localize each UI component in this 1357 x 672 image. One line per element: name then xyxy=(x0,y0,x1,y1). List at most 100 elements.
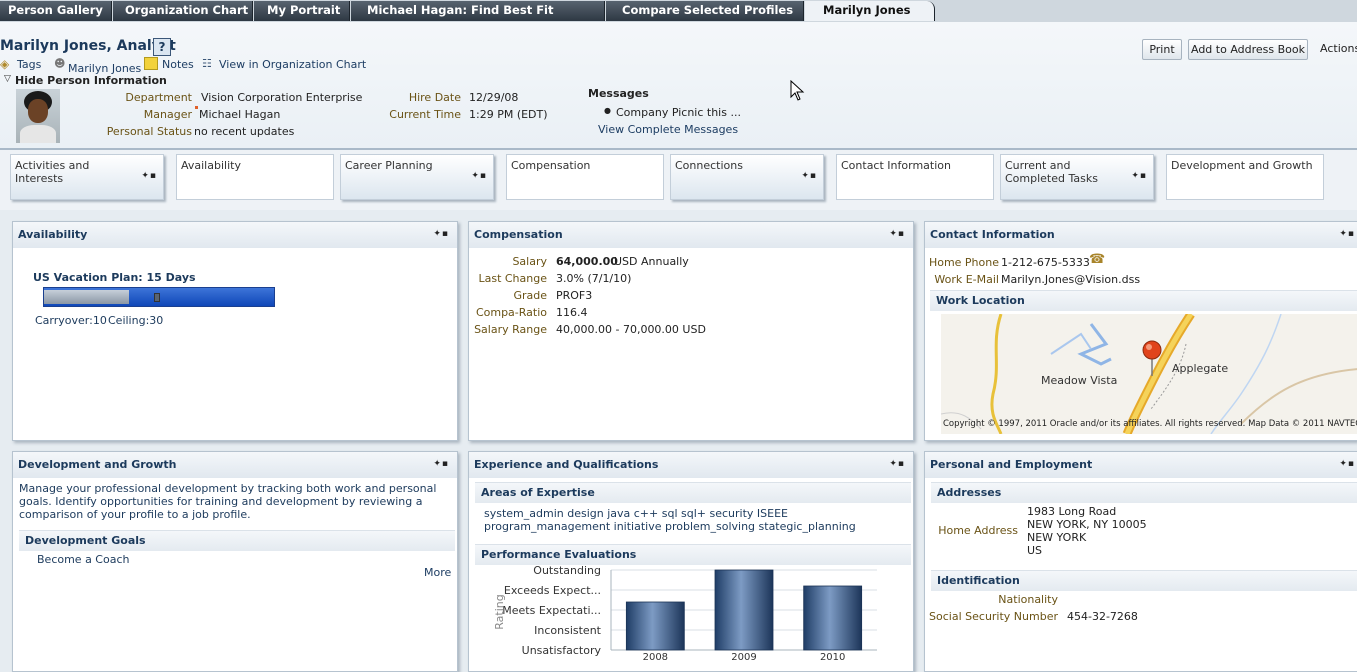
ceiling-value: Ceiling:30 xyxy=(108,314,164,327)
department-label: Department xyxy=(125,91,192,104)
vacation-plan-label: US Vacation Plan: 15 Days xyxy=(33,271,196,284)
performance-chart: Outstanding Exceeds Expect... Meets Expect… xyxy=(493,564,877,663)
salary-range-label: Salary Range xyxy=(474,323,547,336)
pin-icon[interactable]: ✦▪ xyxy=(471,171,487,181)
addresses-header: Addresses xyxy=(931,482,1357,503)
more-link[interactable]: More xyxy=(424,566,451,579)
expertise-list: system_admin design java c++ sql sql+ se… xyxy=(484,507,856,533)
y-tick-label: Unsatisfactory xyxy=(522,644,602,657)
strip-card-label: Completed Tasks xyxy=(1005,172,1098,185)
panel-title: Experience and Qualifications xyxy=(469,452,913,478)
personal-employment-panel: Personal and Employment ✦▪ Addresses Hom… xyxy=(924,451,1357,672)
presence-indicator xyxy=(195,106,198,109)
strip-card-activities[interactable]: Activities and Interests ✦▪ xyxy=(10,154,164,200)
manager-label: Manager xyxy=(143,108,192,121)
map-label-meadow-vista: Meadow Vista xyxy=(1041,374,1118,387)
y-tick-label: Meets Expectati... xyxy=(502,604,601,617)
y-tick-label: Outstanding xyxy=(533,564,601,577)
strip-card-contact-information[interactable]: Contact Information xyxy=(836,154,994,200)
org-chart-link[interactable]: View in Organization Chart xyxy=(219,58,366,71)
view-messages-link[interactable]: View Complete Messages xyxy=(598,123,738,136)
last-change-value: 3.0% (7/1/10) xyxy=(556,272,632,285)
grade-value: PROF3 xyxy=(556,289,593,302)
strip-card-tasks[interactable]: Current and Completed Tasks ✦▪ xyxy=(1000,154,1154,200)
y-tick-label: Exceeds Expect... xyxy=(504,584,601,597)
home-address-label: Home Address xyxy=(938,524,1018,537)
address-line-4: US xyxy=(1027,544,1043,557)
work-email-value[interactable]: Marilyn.Jones@Vision.dss xyxy=(1001,273,1140,286)
help-icon[interactable]: ? xyxy=(153,38,171,56)
panel-pin-icon[interactable]: ✦▪ xyxy=(1339,229,1355,239)
hire-date-label: Hire Date xyxy=(408,91,461,104)
compensation-panel: Compensation ✦▪ Salary 64,000.00 USD Ann… xyxy=(468,221,914,441)
meter-used-fill xyxy=(44,290,129,304)
last-change-label: Last Change xyxy=(478,272,547,285)
work-location-map[interactable]: Meadow Vista Applegate Copyright © 1997,… xyxy=(941,314,1357,434)
meter-track xyxy=(43,287,275,307)
panel-pin-icon[interactable]: ✦▪ xyxy=(433,459,449,469)
strip-card-career-planning[interactable]: Career Planning ✦▪ xyxy=(340,154,494,200)
tab-find-best-fit[interactable]: Michael Hagan: Find Best Fit Persons xyxy=(351,1,605,36)
map-graphic xyxy=(941,314,1357,434)
tag-icon: ◈ xyxy=(0,57,10,71)
tab-my-portrait[interactable]: My Portrait xyxy=(254,1,350,21)
map-label-applegate: Applegate xyxy=(1172,362,1229,375)
vacation-meter xyxy=(33,284,285,310)
identification-header: Identification xyxy=(931,570,1357,591)
compa-ratio-label: Compa-Ratio xyxy=(475,306,547,319)
strip-card-label: Development and Growth xyxy=(1171,159,1313,172)
work-email-label: Work E-Mail xyxy=(934,273,999,286)
panel-pin-icon[interactable]: ✦▪ xyxy=(433,229,449,239)
strip-card-development[interactable]: Development and Growth xyxy=(1166,154,1324,200)
strip-card-connections[interactable]: Connections ✦▪ xyxy=(670,154,824,200)
collapse-triangle-icon[interactable]: ▽ xyxy=(4,74,11,84)
actions-menu[interactable]: Actions xyxy=(1320,42,1357,55)
ssn-label: Social Security Number xyxy=(929,610,1058,623)
bar-2008 xyxy=(625,601,685,651)
current-time-value: 1:29 PM (EDT) xyxy=(469,108,548,121)
pin-icon[interactable]: ✦▪ xyxy=(1131,171,1147,181)
compa-ratio-value: 116.4 xyxy=(556,306,588,319)
tab-marilyn-jones[interactable]: Marilyn Jones xyxy=(805,1,935,21)
bar-2010 xyxy=(803,585,863,651)
notes-link[interactable]: Notes xyxy=(162,58,194,71)
x-tick-label: 2010 xyxy=(820,652,845,663)
message-item[interactable]: Company Picnic this ... xyxy=(616,106,741,119)
home-phone-value: 1-212-675-5333 xyxy=(1001,256,1090,269)
panel-pin-icon[interactable]: ✦▪ xyxy=(1339,459,1355,469)
person-photo xyxy=(16,89,60,143)
contact-information-panel: Contact Information ✦▪ Home Phone 1-212-… xyxy=(924,221,1357,441)
ssn-value: 454-32-7268 xyxy=(1067,610,1138,623)
experience-qualifications-panel: Experience and Qualifications ✦▪ Areas o… xyxy=(468,451,914,672)
development-goals-header: Development Goals xyxy=(19,530,455,551)
carryover-value: Carryover:10 xyxy=(35,314,107,327)
tab-compare-profiles[interactable]: Compare Selected Profiles xyxy=(606,1,804,21)
panel-pin-icon[interactable]: ✦▪ xyxy=(889,459,905,469)
manager-value[interactable]: Michael Hagan xyxy=(199,108,280,121)
address-line-1: 1983 Long Road xyxy=(1027,505,1117,518)
strip-card-label: Interests xyxy=(15,172,64,185)
tab-organization-chart[interactable]: Organization Chart xyxy=(113,1,253,21)
development-goal-item[interactable]: Become a Coach xyxy=(37,553,129,566)
strip-card-label: Compensation xyxy=(511,159,591,172)
add-to-address-book-button[interactable]: Add to Address Book xyxy=(1188,39,1308,60)
strip-card-label: Connections xyxy=(675,159,743,172)
hide-person-info-toggle[interactable]: Hide Person Information xyxy=(15,74,167,87)
y-axis-label: Rating xyxy=(493,594,506,629)
panel-pin-icon[interactable]: ✦▪ xyxy=(889,229,905,239)
department-value: Vision Corporation Enterprise xyxy=(201,91,363,104)
strip-card-compensation[interactable]: Compensation xyxy=(506,154,664,200)
print-button[interactable]: Print xyxy=(1142,39,1182,60)
tab-person-gallery[interactable]: Person Gallery xyxy=(0,1,112,21)
telephone-icon[interactable]: ☎ xyxy=(1089,252,1105,267)
notes-icon xyxy=(144,57,158,70)
pin-icon[interactable]: ✦▪ xyxy=(141,171,157,181)
strip-card-availability[interactable]: Availability xyxy=(176,154,334,200)
meter-marker xyxy=(154,293,160,302)
pin-icon[interactable]: ✦▪ xyxy=(801,171,817,181)
panel-title: Compensation xyxy=(469,222,913,248)
salary-suffix: USD Annually xyxy=(614,255,689,268)
tags-link[interactable]: Tags xyxy=(17,58,41,71)
section-strip: Activities and Interests ✦▪ Availability… xyxy=(0,150,1357,210)
panel-title: Development and Growth xyxy=(13,452,457,478)
